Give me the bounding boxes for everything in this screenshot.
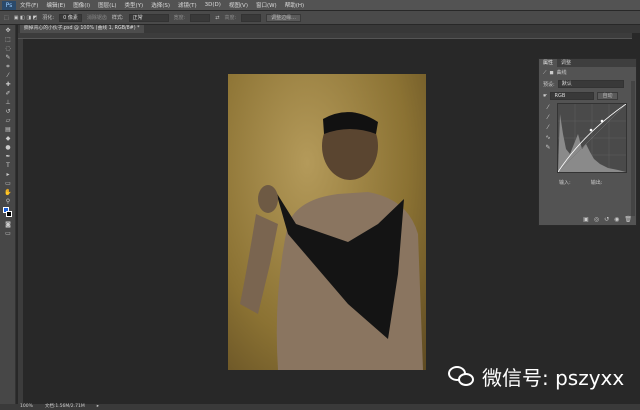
height-label: 高度: [224,15,237,21]
menu-3d[interactable]: 3D(D) [205,2,221,8]
antialias-checkbox[interactable]: 消除锯齿 [87,14,107,21]
preset-select[interactable]: 默认 [557,80,624,88]
color-swatches-icon[interactable] [3,207,13,219]
menu-view[interactable]: 视图(V) [229,1,248,9]
healing-brush-icon[interactable]: ✚ [3,81,13,88]
menu-bar: Ps 文件(F) 编辑(E) 图像(I) 图层(L) 类型(Y) 选择(S) 滤… [0,0,640,10]
preset-label: 预设: [543,81,555,88]
style-select[interactable]: 正常 [128,13,169,22]
options-bar: ⬚ ▣ ◧ ◨ ◩ 羽化: 0 像素 消除锯齿 样式: 正常 宽度: ⇄ 高度:… [0,11,640,24]
type-icon[interactable]: T [3,162,13,169]
marquee-tool-icon[interactable]: ⬚ [3,36,13,43]
status-arrow-icon[interactable]: ▸ [97,404,99,410]
pen-icon[interactable]: ✒ [3,153,13,160]
vertical-ruler [18,39,23,404]
menu-edit[interactable]: 编辑(E) [46,1,65,9]
dodge-icon[interactable]: ● [3,144,13,151]
reset-icon[interactable]: ↺ [604,216,609,223]
curve-tools: ⁄ ⁄ ⁄ ∿ ✎ [542,103,554,153]
horizontal-ruler [18,33,632,39]
panel-header: ⟋ ◼ 曲线 [539,67,636,78]
preset-row: 预设: 默认 [539,78,636,90]
hand-icon[interactable]: ✋ [3,189,13,196]
lasso-tool-icon[interactable]: ◌ [3,45,13,52]
brush-tool-icon[interactable]: ✐ [3,90,13,97]
wechat-icon [448,365,476,388]
width-label: 宽度: [173,15,186,21]
style-label: 样式: [111,15,124,21]
swap-icon[interactable]: ⇄ [215,15,219,21]
path-select-icon[interactable]: ▸ [3,171,13,178]
photoshop-logo: Ps [2,0,16,10]
trash-icon[interactable]: 🗑 [624,216,632,223]
eraser-icon[interactable]: ▱ [3,117,13,124]
auto-button[interactable]: 自动 [597,92,618,100]
feather-label: 羽化: [42,15,55,21]
feather-input[interactable]: 0 像素 [59,13,82,22]
clone-stamp-icon[interactable]: ⊥ [3,99,13,106]
channel-row: ☛ RGB 自动 [539,90,636,102]
quick-mask-icon[interactable]: ◙ [3,221,13,228]
curve-edit-icon[interactable]: ∿ [542,133,554,143]
panel-scrollbar[interactable] [631,81,635,216]
panel-footer: ▣ ◎ ↺ ◉ 🗑 [583,216,632,223]
document-tab[interactable]: 撕掉背心的小伙子.psd @ 100% (曲线 1, RGB/8#) * [20,25,144,33]
watermark: 微信号: pszyxx [448,362,624,391]
menu-image[interactable]: 图像(I) [73,1,90,9]
panel-tabs: 属性 调整 [539,59,636,67]
tab-adjustments[interactable]: 调整 [557,59,575,67]
status-bar: 100% 文档:1.56M/2.71M ▸ [0,404,640,410]
zoom-level[interactable]: 100% [20,404,33,410]
menu-layer[interactable]: 图层(L) [98,1,116,9]
shape-icon[interactable]: ▭ [3,180,13,187]
menu-help[interactable]: 帮助(H) [285,1,304,9]
menu-window[interactable]: 窗口(W) [256,1,277,9]
move-tool-icon[interactable]: ✥ [3,27,13,34]
tab-properties[interactable]: 属性 [539,59,558,67]
gradient-icon[interactable]: ▤ [3,126,13,133]
mask-icon[interactable]: ◼ [550,70,554,76]
panel-title: 曲线 [556,70,567,76]
menu-type[interactable]: 类型(Y) [125,1,144,9]
eyedropper-black-icon[interactable]: ⁄ [542,103,554,113]
history-brush-icon[interactable]: ↺ [3,108,13,115]
channel-select[interactable]: RGB [550,92,595,100]
watermark-text: 微信号: pszyxx [482,366,625,390]
selection-mode-icons[interactable]: ▣ ◧ ◨ ◩ [14,15,38,21]
pencil-icon[interactable]: ✎ [542,143,554,153]
zoom-icon[interactable]: ⚲ [3,198,13,205]
visibility-icon[interactable]: ◉ [614,216,619,223]
photo-figure [240,112,423,370]
blur-icon[interactable]: ◆ [3,135,13,142]
eyedropper-white-icon[interactable]: ⁄ [542,123,554,133]
view-previous-icon[interactable]: ◎ [594,216,599,223]
refine-edge-button[interactable]: 调整边缘... [266,13,301,22]
document-info[interactable]: 文档:1.56M/2.71M [45,404,85,410]
clip-icon[interactable]: ▣ [583,216,589,223]
eyedropper-icon[interactable]: ⁄ [3,72,13,79]
input-label: 输入: [559,180,571,186]
height-input[interactable] [241,13,262,22]
document-tabs: 撕掉背心的小伙子.psd @ 100% (曲线 1, RGB/8#) * [18,25,640,33]
marquee-tool-icon[interactable]: ⬚ [4,15,9,21]
crop-tool-icon[interactable]: ⌗ [3,63,13,70]
curves-icon: ⟋ [543,69,547,76]
quick-select-icon[interactable]: ✎ [3,54,13,61]
menu-file[interactable]: 文件(F) [20,1,38,9]
curves-graph[interactable] [557,103,627,173]
menu-filter[interactable]: 滤镜(T) [178,1,197,9]
hand-adjust-icon[interactable]: ☛ [543,93,547,99]
properties-panel: 属性 调整 ⟋ ◼ 曲线 预设: 默认 ☛ RGB 自动 ⁄ ⁄ ⁄ ∿ ✎ 输… [538,58,637,226]
canvas-photo[interactable] [228,74,426,370]
output-label: 输出: [590,180,603,186]
width-input[interactable] [190,13,211,22]
screen-mode-icon[interactable]: ▭ [3,230,13,237]
tools-panel: ✥ ⬚ ◌ ✎ ⌗ ⁄ ✚ ✐ ⊥ ↺ ▱ ▤ ◆ ● ✒ T ▸ ▭ ✋ ⚲ … [0,25,16,405]
menu-select[interactable]: 选择(S) [151,1,170,9]
io-row: 输入: 输出: [555,177,606,188]
eyedropper-gray-icon[interactable]: ⁄ [542,113,554,123]
